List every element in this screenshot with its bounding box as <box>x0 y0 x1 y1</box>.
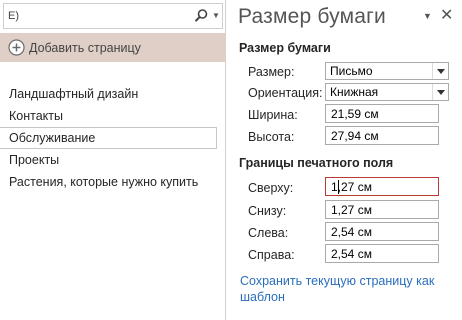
dropdown-arrow-icon[interactable]: ▼ <box>211 8 221 24</box>
add-circle-icon <box>8 39 25 56</box>
paper-size-pane: Размер бумаги ▼ ✕ Размер бумаги Размер: … <box>227 0 462 320</box>
left-margin-value: 2,54 см <box>331 225 372 239</box>
orientation-select-value: Книжная <box>330 85 379 99</box>
size-select[interactable]: Письмо <box>325 62 449 80</box>
right-margin-value: 2,54 см <box>331 247 372 261</box>
height-label: Высота: <box>248 130 295 144</box>
size-label: Размер: <box>248 65 295 79</box>
size-select-value: Письмо <box>330 64 373 78</box>
right-margin-label: Справа: <box>248 248 295 262</box>
paper-section-heading: Размер бумаги <box>239 41 331 55</box>
top-margin-label: Сверху: <box>248 181 294 195</box>
page-list-pane: ▼ Добавить страницу Ландшафтный дизайн К… <box>0 0 226 320</box>
search-input[interactable] <box>8 8 178 24</box>
search-icon[interactable] <box>193 8 209 24</box>
top-margin-field[interactable]: 1,27 см <box>325 177 439 196</box>
orientation-select[interactable]: Книжная <box>325 83 449 101</box>
top-margin-value: 1,27 см <box>331 180 372 194</box>
pane-options-icon[interactable]: ▼ <box>423 11 432 21</box>
text-caret <box>338 180 339 194</box>
width-value: 21,59 см <box>331 107 379 121</box>
page-item-plants[interactable]: Растения, которые нужно купить <box>0 171 226 193</box>
bottom-margin-value: 1,27 см <box>331 203 372 217</box>
bottom-margin-field[interactable]: 1,27 см <box>325 200 439 219</box>
height-field[interactable]: 27,94 см <box>325 126 439 145</box>
pane-title: Размер бумаги <box>238 5 386 28</box>
width-label: Ширина: <box>248 108 298 122</box>
chevron-down-icon[interactable] <box>432 84 448 100</box>
page-item-landscape[interactable]: Ландшафтный дизайн <box>0 83 226 105</box>
margins-section-heading: Границы печатного поля <box>239 156 394 170</box>
page-item-contacts[interactable]: Контакты <box>0 105 226 127</box>
page-list: Ландшафтный дизайн Контакты Обслуживание… <box>0 83 226 193</box>
left-margin-label: Слева: <box>248 226 289 240</box>
close-icon[interactable]: ✕ <box>440 6 453 26</box>
search-box[interactable]: ▼ <box>3 3 223 29</box>
height-value: 27,94 см <box>331 129 379 143</box>
save-as-template-link[interactable]: Сохранить текущую страницу как шаблон <box>240 273 450 305</box>
add-page-label: Добавить страницу <box>29 40 141 55</box>
width-field[interactable]: 21,59 см <box>325 104 439 123</box>
page-item-projects[interactable]: Проекты <box>0 149 226 171</box>
add-page-button[interactable]: Добавить страницу <box>0 33 226 62</box>
chevron-down-icon[interactable] <box>432 63 448 79</box>
orientation-label: Ориентация: <box>248 86 323 100</box>
page-item-maintenance[interactable]: Обслуживание <box>0 127 217 149</box>
right-margin-field[interactable]: 2,54 см <box>325 244 439 263</box>
bottom-margin-label: Снизу: <box>248 204 287 218</box>
left-margin-field[interactable]: 2,54 см <box>325 222 439 241</box>
